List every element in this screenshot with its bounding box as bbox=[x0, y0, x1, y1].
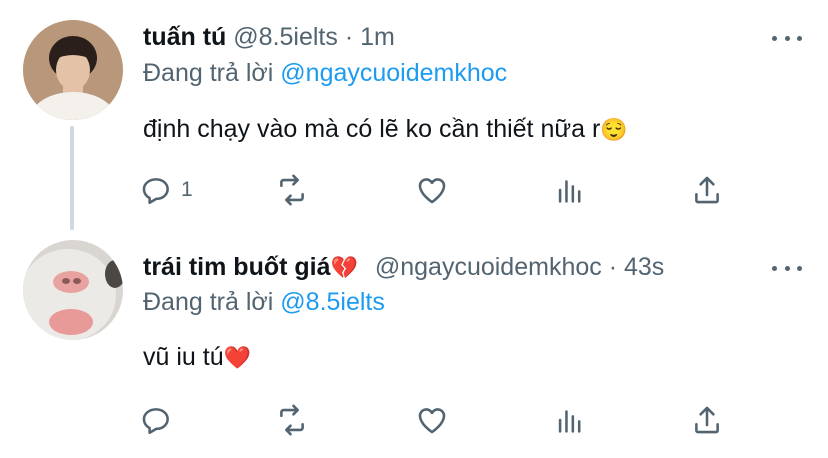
reply-button[interactable] bbox=[139, 402, 181, 438]
more-button[interactable] bbox=[772, 33, 802, 43]
like-button[interactable] bbox=[415, 402, 449, 438]
broken-heart-emoji: 💔 bbox=[330, 255, 358, 280]
share-icon bbox=[695, 406, 719, 434]
timestamp[interactable]: 43s bbox=[624, 253, 664, 281]
analytics-icon bbox=[558, 410, 581, 433]
red-heart-emoji: ❤️ bbox=[223, 345, 252, 370]
analytics-icon bbox=[558, 180, 581, 203]
separator-dot: · bbox=[344, 23, 354, 51]
tweet-text-content: định chạy vào mà có lẽ ko cần thiết nữa … bbox=[143, 115, 601, 143]
replying-to-label: Đang trả lời bbox=[143, 288, 281, 316]
author-name[interactable]: tuấn tú bbox=[143, 23, 226, 51]
more-icon bbox=[772, 265, 777, 271]
reply-count: 1 bbox=[181, 178, 193, 201]
retweet-button[interactable] bbox=[275, 402, 309, 438]
tweet-header: tuấn tú @8.5ielts · 1m bbox=[143, 22, 395, 52]
author-handle[interactable]: @ngaycuoidemkhoc bbox=[375, 253, 602, 281]
more-icon bbox=[772, 35, 777, 41]
retweet-icon bbox=[280, 404, 304, 436]
author-handle[interactable]: @8.5ielts bbox=[233, 23, 338, 51]
more-button[interactable] bbox=[772, 263, 802, 273]
replying-to-mention[interactable]: @ngaycuoidemkhoc bbox=[280, 59, 507, 87]
share-button[interactable] bbox=[690, 172, 724, 208]
share-button[interactable] bbox=[690, 402, 724, 438]
avatar[interactable] bbox=[23, 20, 123, 120]
analytics-button[interactable] bbox=[553, 402, 587, 438]
author-name[interactable]: trái tim buốt giá bbox=[143, 253, 331, 281]
tweet-actions: 1 bbox=[0, 172, 828, 208]
tweet-actions bbox=[0, 402, 828, 438]
relieved-face-emoji: 😌 bbox=[600, 117, 628, 142]
separator-dot: · bbox=[608, 253, 618, 281]
share-icon bbox=[695, 176, 719, 204]
tweet-text: vũ iu tú❤️ bbox=[143, 342, 251, 373]
retweet-button[interactable] bbox=[275, 172, 309, 208]
avatar[interactable] bbox=[23, 240, 123, 340]
replying-to-label: Đang trả lời bbox=[143, 59, 281, 87]
replying-to: Đang trả lời @ngaycuoidemkhoc bbox=[143, 58, 507, 88]
retweet-icon bbox=[280, 174, 304, 206]
tweet-header: trái tim buốt giá💔 @ngaycuoidemkhoc · 43… bbox=[143, 252, 664, 283]
tweet-text-content: vũ iu tú bbox=[143, 343, 224, 371]
reply-icon bbox=[142, 408, 169, 435]
replying-to: Đang trả lời @8.5ielts bbox=[143, 287, 385, 317]
person-photo-avatar-icon bbox=[23, 20, 123, 120]
cat-photo-avatar-icon bbox=[23, 240, 123, 340]
analytics-button[interactable] bbox=[553, 172, 587, 208]
like-button[interactable] bbox=[415, 172, 449, 208]
reply-button[interactable]: 1 bbox=[139, 172, 193, 208]
timestamp[interactable]: 1m bbox=[360, 23, 395, 51]
reply-icon bbox=[142, 178, 169, 205]
replying-to-mention[interactable]: @8.5ielts bbox=[280, 288, 385, 316]
like-icon bbox=[418, 178, 446, 204]
tweet-text: định chạy vào mà có lẽ ko cần thiết nữa … bbox=[143, 114, 628, 145]
like-icon bbox=[418, 408, 446, 434]
